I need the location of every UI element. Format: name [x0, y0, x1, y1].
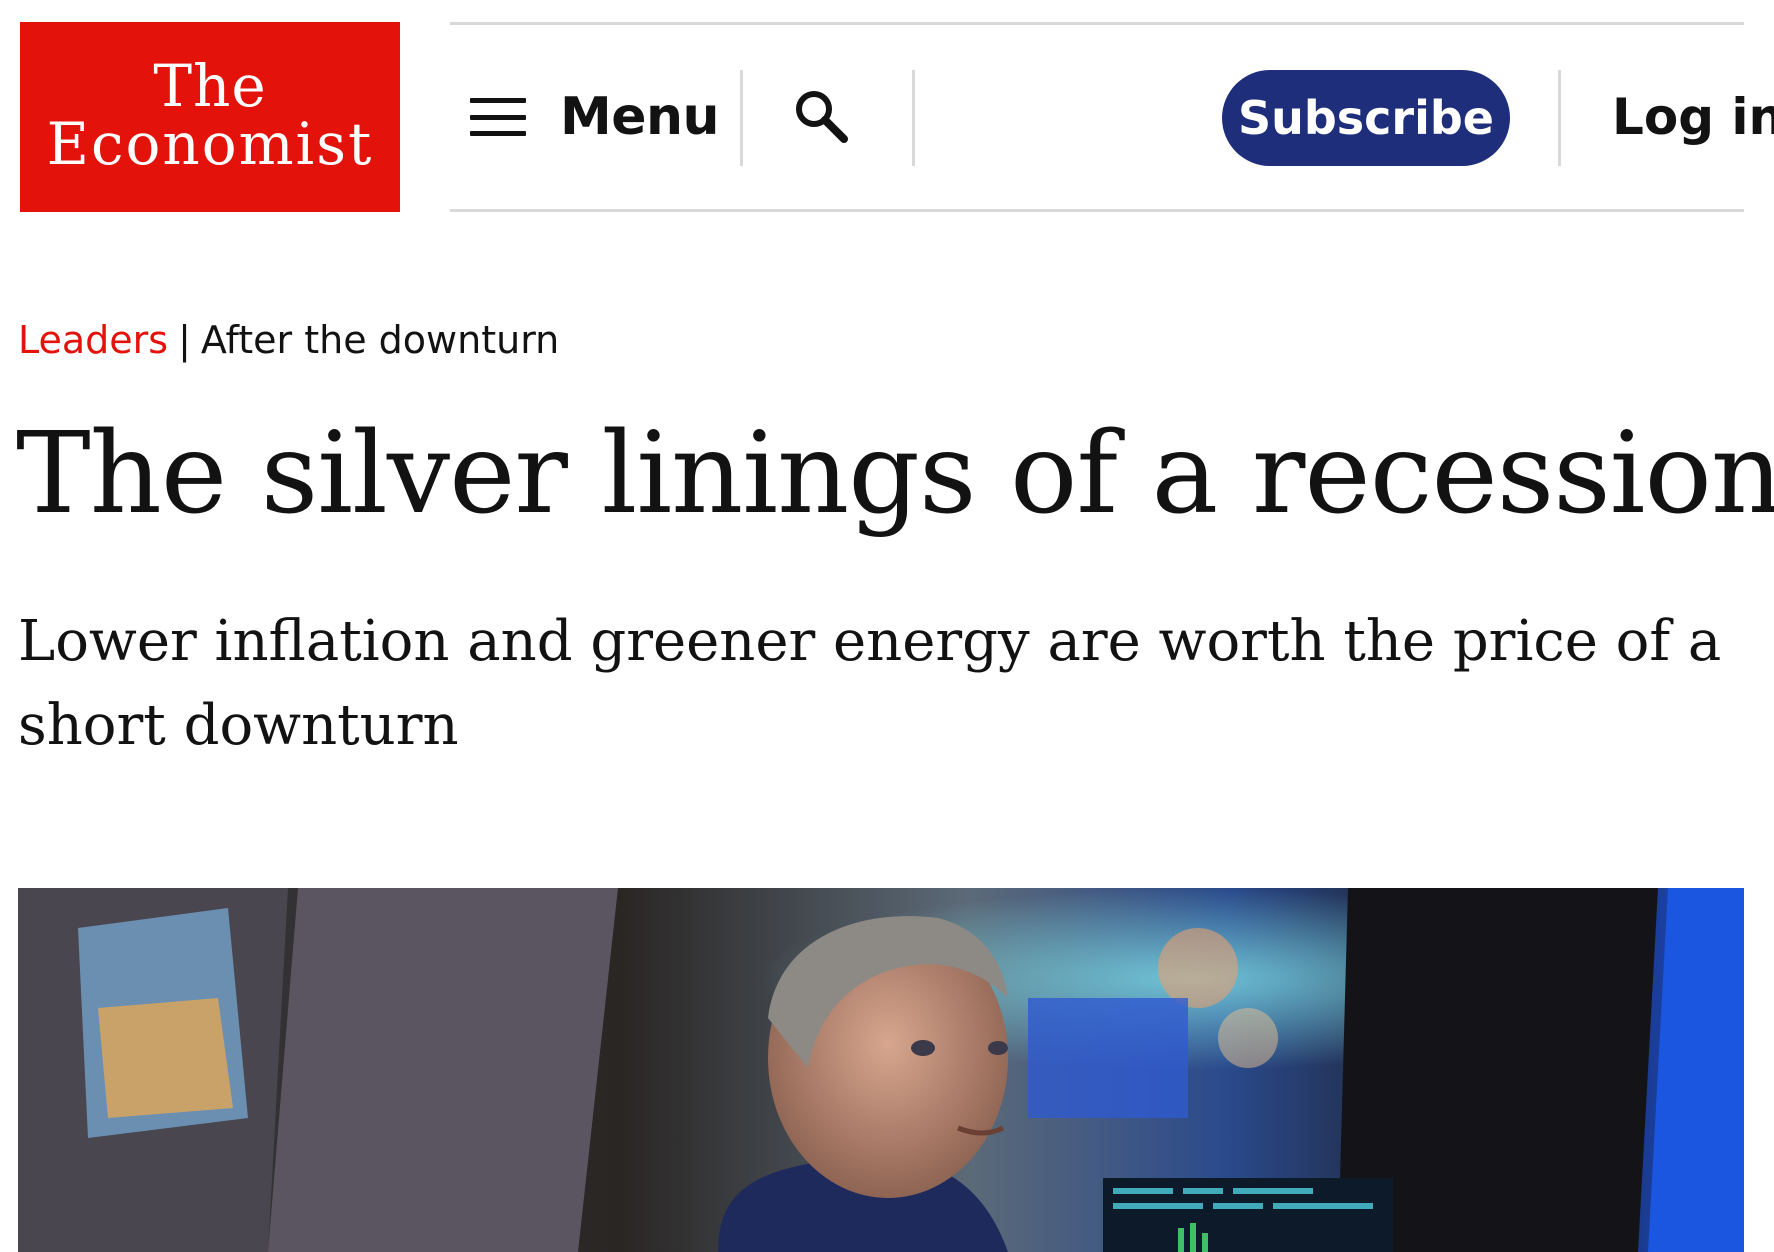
hamburger-icon	[470, 98, 526, 136]
section-link[interactable]: Leaders	[18, 318, 168, 362]
nav-divider	[740, 70, 743, 166]
hero-image	[18, 888, 1744, 1252]
search-icon	[796, 91, 848, 143]
top-navigation: Menu Subscribe Log in	[450, 22, 1774, 212]
logo-line-1: The	[153, 52, 267, 120]
article-headline: The silver linings of a recession	[16, 409, 1774, 539]
search-button[interactable]	[792, 87, 852, 147]
article-kicker: Leaders | After the downturn	[18, 318, 559, 362]
economist-logo[interactable]: The Economist	[20, 22, 400, 212]
logo-line-2: Economist	[46, 110, 374, 178]
menu-button[interactable]: Menu	[470, 25, 720, 209]
subscribe-button[interactable]: Subscribe	[1222, 70, 1510, 166]
nav-divider	[1558, 70, 1561, 166]
article-topic: After the downturn	[200, 318, 560, 362]
trader-photo	[18, 888, 1744, 1252]
nav-divider	[912, 70, 915, 166]
login-link[interactable]: Log in	[1612, 25, 1774, 209]
menu-label: Menu	[560, 87, 720, 147]
article-subheadline: Lower inflation and greener energy are w…	[18, 609, 1722, 758]
kicker-separator: |	[178, 318, 191, 362]
